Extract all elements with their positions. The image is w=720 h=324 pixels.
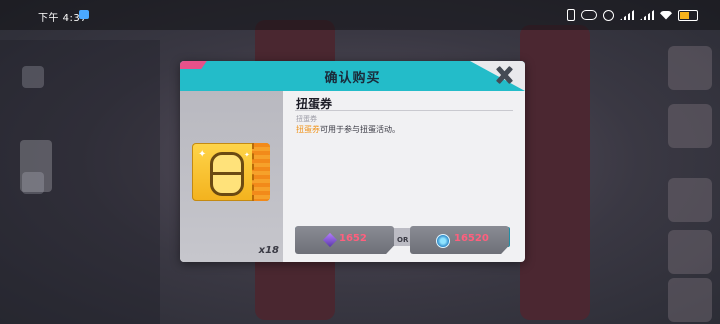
pay-with-cube-button[interactable]: 1652 [295, 226, 394, 254]
menu-item [22, 62, 142, 92]
bluetooth-icon [567, 9, 575, 21]
item-preview-pane: ✦ ✦ x18 [180, 91, 283, 262]
cube-price: 1652 [339, 233, 367, 244]
left-menu-panel [0, 40, 160, 324]
description-highlight: 扭蛋券 [296, 125, 320, 134]
battery-icon [678, 9, 698, 21]
vibrate-icon [581, 10, 597, 20]
side-card-icon [668, 178, 712, 222]
side-shop-icon [668, 46, 712, 90]
purchase-confirm-dialog: 确认购买 ✦ ✦ x18 扭蛋券 扭蛋券 扭蛋券可用于参与扭蛋活动。 − 94 … [180, 61, 525, 262]
owned-count: x18 [258, 245, 279, 256]
right-side-panel [660, 40, 720, 324]
system-status-bar: 下午 4:37 [0, 0, 720, 30]
side-gift-icon [668, 104, 712, 148]
dialog-title: 确认购买 [324, 71, 381, 86]
menu-icon [22, 66, 44, 88]
alarm-icon [603, 9, 614, 21]
or-label: OR [397, 236, 409, 244]
ticket-stub [252, 143, 270, 201]
signal-icon [620, 10, 634, 20]
menu-item [22, 168, 142, 198]
description-text: 可用于参与扭蛋活动。 [320, 125, 400, 134]
sparkle-icon: ✦ [198, 149, 207, 160]
item-description: 扭蛋券可用于参与扭蛋活动。 [296, 124, 400, 135]
machine-right [520, 25, 590, 320]
side-card-icon [668, 278, 712, 322]
gacha-ticket-icon: ✦ ✦ [192, 143, 270, 201]
item-type: 扭蛋券 [296, 115, 317, 123]
close-icon[interactable] [493, 65, 515, 85]
side-card-icon [668, 230, 712, 274]
pay-with-coin-button[interactable]: 16520 [410, 226, 509, 254]
divider [295, 110, 513, 111]
sparkle-icon: ✦ [244, 151, 250, 159]
menu-icon [22, 172, 44, 194]
capsule-icon [210, 152, 244, 196]
blue-coin-icon [436, 234, 450, 248]
purple-cube-icon [322, 232, 338, 248]
signal-icon-2 [640, 10, 654, 20]
notification-app-icon [79, 10, 89, 19]
dialog-header: 确认购买 [180, 61, 525, 91]
wifi-icon [660, 10, 672, 20]
status-icons [567, 9, 698, 21]
coin-price: 16520 [454, 233, 489, 244]
